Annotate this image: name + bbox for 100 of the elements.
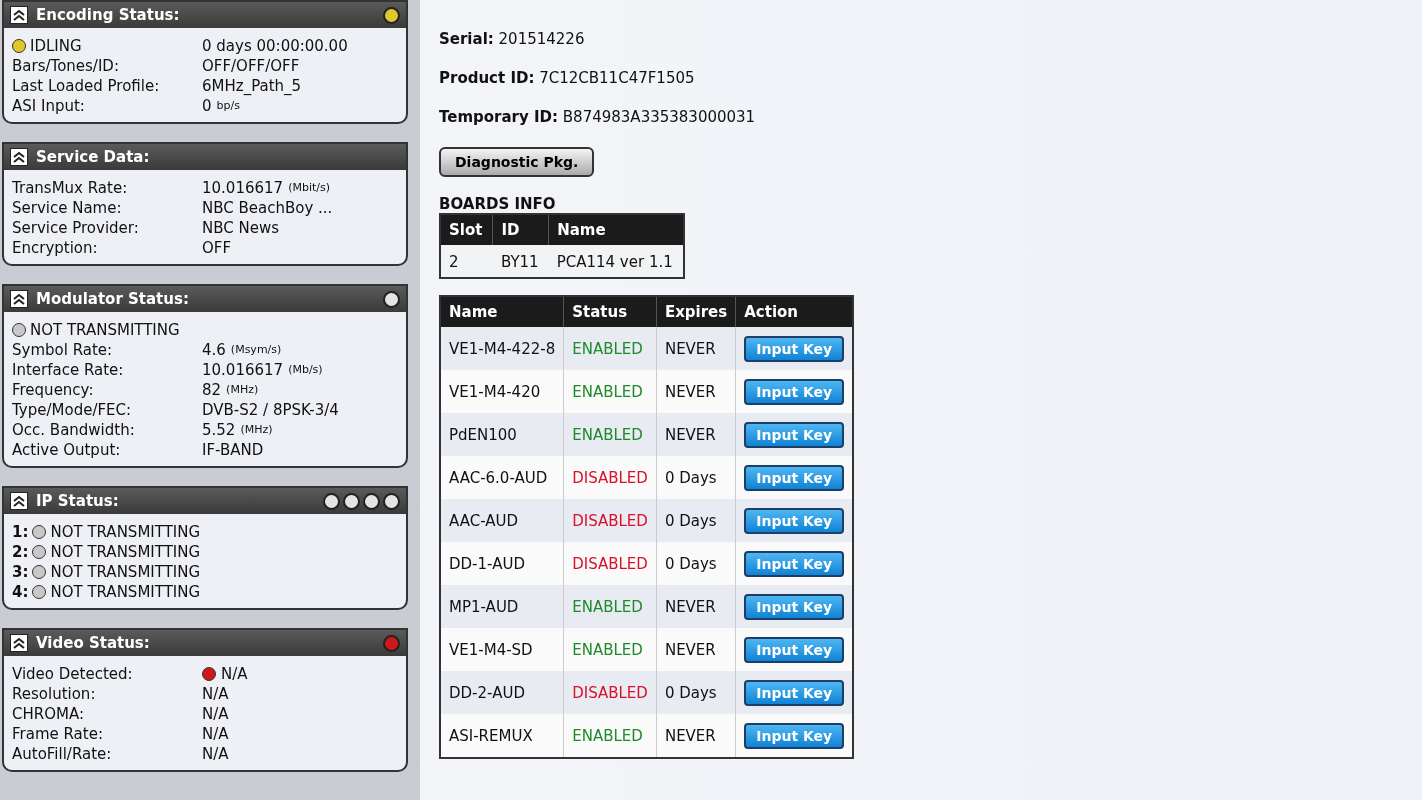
status-text: NOT TRANSMITTING	[50, 562, 201, 582]
info-line: Serial: 201514226	[439, 30, 586, 48]
table-cell: VE1-M4-422-8	[440, 327, 564, 370]
status-text: NOT TRANSMITTING	[50, 522, 201, 542]
panel-title: Video Status:	[36, 634, 151, 652]
table-cell: DD-1-AUD	[440, 542, 564, 585]
license-status: ENABLED	[563, 413, 657, 456]
field-label: Active Output:	[12, 440, 122, 460]
field-label: Resolution:	[12, 684, 97, 704]
table-cell: AAC-AUD	[440, 499, 564, 542]
status-text: NOT TRANSMITTING	[50, 542, 201, 562]
field-label: TransMux Rate:	[12, 178, 129, 198]
input-key-button[interactable]: Input Key	[744, 507, 845, 534]
table-cell: NEVER	[656, 585, 736, 628]
field-label: Frame Rate:	[12, 724, 104, 744]
table-cell: PCA114 ver 1.1	[548, 245, 684, 278]
input-key-button[interactable]: Input Key	[744, 593, 845, 620]
unit-label: bp/s	[216, 98, 240, 114]
field-value: OFF	[202, 238, 232, 258]
column-header: Status	[563, 296, 657, 327]
field-value: OFF/OFF/OFF	[202, 56, 300, 76]
panel-title: IP Status:	[36, 492, 120, 510]
table-cell: VE1-M4-SD	[440, 628, 564, 671]
column-header: Expires	[656, 296, 736, 327]
collapse-icon[interactable]	[10, 6, 28, 24]
field-label: ASI Input:	[12, 96, 86, 116]
info-line: Product ID: 7C12CB11C47F1505	[439, 69, 696, 87]
column-header: Slot	[440, 214, 493, 245]
license-status: DISABLED	[563, 499, 657, 542]
input-key-button[interactable]: Input Key	[744, 636, 845, 663]
collapse-icon[interactable]	[10, 634, 28, 652]
field-label: Bars/Tones/ID:	[12, 56, 120, 76]
field-value: NBC BeachBoy ...	[202, 198, 333, 218]
panel-title: Modulator Status:	[36, 290, 190, 308]
collapse-icon[interactable]	[10, 492, 28, 510]
table-cell: BY11	[492, 245, 549, 278]
license-status: ENABLED	[563, 585, 657, 628]
field-value: N/A	[202, 724, 229, 744]
field-value: IF-BAND	[202, 440, 264, 460]
column-header: Name	[440, 296, 564, 327]
field-value: 0 days 00:00:00.00	[202, 36, 348, 56]
field-value: NBC News	[202, 218, 280, 238]
table-cell: 0 Days	[656, 499, 736, 542]
unit-label: (MHz)	[226, 382, 259, 398]
collapse-icon[interactable]	[10, 148, 28, 166]
field-value: DVB-S2 / 8PSK-3/4	[202, 400, 339, 420]
status-text: NOT TRANSMITTING	[50, 582, 201, 602]
table-cell: NEVER	[656, 413, 736, 456]
table-cell: 0 Days	[656, 542, 736, 585]
field-label: Encryption:	[12, 238, 99, 258]
field-value: 4.6	[202, 340, 226, 360]
table-cell: NEVER	[656, 370, 736, 413]
input-key-button[interactable]: Input Key	[744, 464, 845, 491]
field-label: CHROMA:	[12, 704, 85, 724]
table-cell: VE1-M4-420	[440, 370, 564, 413]
diagnostic-button[interactable]: Diagnostic Pkg.	[439, 147, 595, 177]
unit-label: (Msym/s)	[230, 342, 282, 358]
field-label: Interface Rate:	[12, 360, 125, 380]
field-label: Service Name:	[12, 198, 123, 218]
channel-number: 3:	[12, 562, 29, 582]
status-text: IDLING	[30, 36, 82, 56]
unit-label: (Mb/s)	[288, 362, 323, 378]
license-status: ENABLED	[563, 327, 657, 370]
channel-number: 4:	[12, 582, 29, 602]
field-value: N/A	[202, 684, 229, 704]
field-label: Type/Mode/FEC:	[12, 400, 133, 420]
channel-number: 2:	[12, 542, 29, 562]
input-key-button[interactable]: Input Key	[744, 722, 845, 749]
field-value: 10.016617	[202, 178, 284, 198]
license-status: ENABLED	[563, 714, 657, 758]
column-header: Action	[735, 296, 854, 327]
field-value: 6MHz_Path_5	[202, 76, 302, 96]
table-cell: MP1-AUD	[440, 585, 564, 628]
table-cell: NEVER	[656, 327, 736, 370]
field-label: Last Loaded Profile:	[12, 76, 161, 96]
status-text: NOT TRANSMITTING	[30, 320, 180, 340]
column-header: Name	[548, 214, 684, 245]
input-key-button[interactable]: Input Key	[744, 679, 845, 706]
license-status: DISABLED	[563, 456, 657, 499]
field-label: Video Detected:	[12, 664, 134, 684]
table-cell: 0 Days	[656, 671, 736, 714]
field-label: Frequency:	[12, 380, 95, 400]
license-status: DISABLED	[563, 542, 657, 585]
field-label: Occ. Bandwidth:	[12, 420, 136, 440]
input-key-button[interactable]: Input Key	[744, 378, 845, 405]
channel-number: 1:	[12, 522, 29, 542]
table-cell: ASI-REMUX	[440, 714, 564, 758]
unit-label: (Mbit/s)	[288, 180, 330, 196]
section-title: BOARDS INFO	[439, 195, 557, 213]
field-label: AutoFill/Rate:	[12, 744, 113, 764]
panel-title: Service Data:	[36, 148, 151, 166]
table-cell: DD-2-AUD	[440, 671, 564, 714]
collapse-icon[interactable]	[10, 290, 28, 308]
field-value: N/A	[202, 704, 229, 724]
input-key-button[interactable]: Input Key	[744, 550, 845, 577]
field-value: 10.016617	[202, 360, 284, 380]
input-key-button[interactable]: Input Key	[744, 335, 845, 362]
field-label: Service Provider:	[12, 218, 140, 238]
input-key-button[interactable]: Input Key	[744, 421, 845, 448]
field-value: 0	[202, 96, 212, 116]
